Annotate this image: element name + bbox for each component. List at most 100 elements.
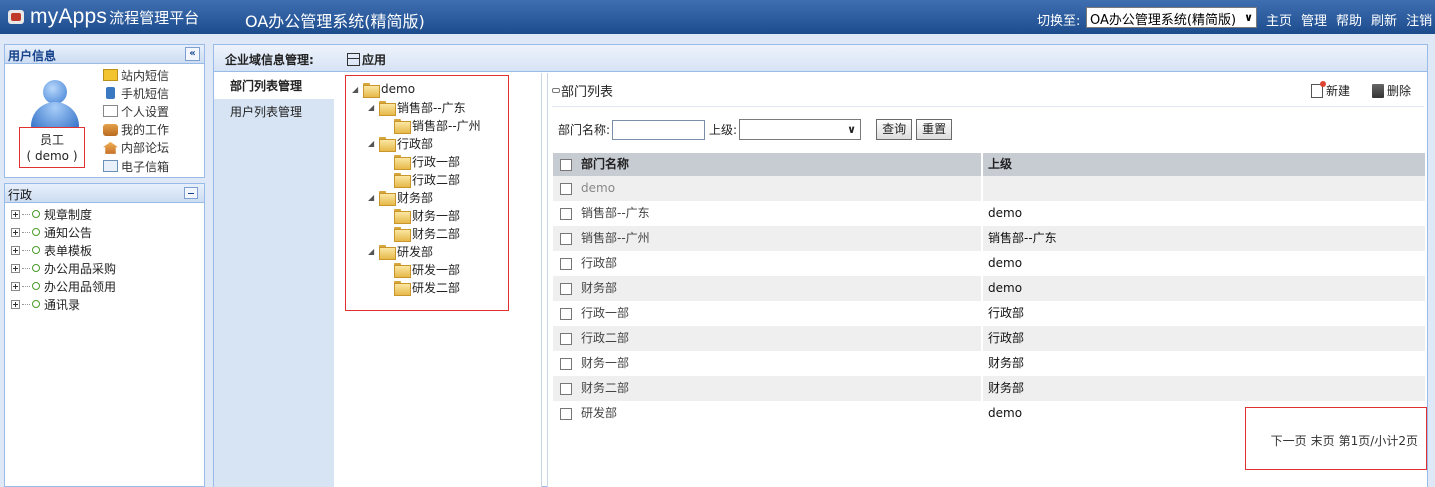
cell-name[interactable]: 行政二部 [578,326,983,351]
link-email[interactable]: 电子信箱 [103,157,169,175]
expand-plus-icon[interactable] [11,281,20,291]
nav-help-link[interactable]: 帮助 [1336,10,1362,29]
home-icon [103,141,118,154]
tree-node[interactable]: 财务一部 [394,206,460,224]
tree-node[interactable]: 行政一部 [394,152,460,170]
reset-button[interactable]: 重置 [916,119,953,140]
expanded-icon[interactable]: ◢ [368,139,376,148]
tree-node-label: 销售部--广州 [412,118,481,133]
row-checkbox[interactable] [559,282,572,295]
row-checkbox[interactable] [559,332,572,345]
expand-plus-icon[interactable] [11,263,20,273]
department-tree: ◢ demo ◢ 销售部--广东 销售部--广州 ◢ 行政部 行政一部 行政二部 ◢ 财… [345,75,509,311]
next-page-link[interactable]: 下一页 [1271,432,1307,449]
nav-item-notices[interactable]: 通知公告 [5,223,204,241]
cell-name[interactable]: 销售部--广州 [578,226,983,251]
tree-node-label: 行政二部 [412,172,461,187]
expand-plus-icon[interactable] [11,299,20,309]
cell-name[interactable]: 行政部 [578,251,983,276]
last-page-link[interactable]: 末页 [1311,432,1335,449]
tree-node[interactable]: ◢ 销售部--广东 [368,98,466,116]
delete-button[interactable]: 删除 [1372,82,1411,99]
expand-plus-icon[interactable] [11,227,20,237]
column-header-parent[interactable]: 上级 [983,153,1425,176]
tree-node-label: 研发一部 [412,262,461,277]
tree-node-root[interactable]: ◢ demo [352,80,415,98]
nav-item-supplies-requisition[interactable]: 办公用品领用 [5,277,204,295]
tree-node[interactable]: 销售部--广州 [394,116,481,134]
folder-icon [363,82,380,98]
tree-node[interactable]: 行政二部 [394,170,460,188]
expanded-icon[interactable]: ◢ [368,247,376,256]
cell-name[interactable]: 财务部 [578,276,983,301]
link-my-work[interactable]: 我的工作 [103,121,169,139]
folder-icon [379,190,396,206]
app-button[interactable]: 应用 [347,51,386,68]
table-row[interactable]: 行政部 demo [553,251,1425,276]
nav-item-form-templates[interactable]: 表单模板 [5,241,204,259]
table-row[interactable]: 销售部--广东 demo [553,201,1425,226]
menu-item-user-list[interactable]: 用户列表管理 [214,99,334,125]
collapse-minus-icon[interactable] [184,187,198,199]
system-switch-select[interactable]: OA办公管理系统(精简版) ∨ [1086,7,1257,28]
nav-item-contacts[interactable]: 通讯录 [5,295,204,313]
cell-name[interactable]: 销售部--广东 [578,201,983,226]
tree-node[interactable]: 研发一部 [394,260,460,278]
link-sms[interactable]: 手机短信 [103,84,169,102]
parent-select[interactable]: ∨ [739,119,862,140]
row-checkbox[interactable] [559,207,572,220]
main-panel: 企业域信息管理: 应用 部门列表管理 用户列表管理 ◢ demo ◢ 销售部--广东… [213,44,1428,487]
collapse-list-icon[interactable] [552,88,560,93]
nav-manage-link[interactable]: 管理 [1301,10,1327,29]
dept-name-input[interactable] [612,119,706,140]
row-checkbox[interactable] [559,257,572,270]
link-forum[interactable]: 内部论坛 [103,139,169,157]
row-checkbox[interactable] [559,182,572,195]
expanded-icon[interactable]: ◢ [368,193,376,202]
collapse-left-icon[interactable]: « [185,47,200,61]
cell-name[interactable]: demo [578,176,983,201]
table-row[interactable]: 行政一部 行政部 [553,301,1425,326]
table-row[interactable]: demo [553,176,1425,201]
row-checkbox[interactable] [559,307,572,320]
tree-node[interactable]: 研发二部 [394,278,460,296]
tree-node[interactable]: 财务二部 [394,224,460,242]
table-row[interactable]: 财务部 demo [553,276,1425,301]
expand-plus-icon[interactable] [11,245,20,255]
select-all-checkbox[interactable] [559,158,572,171]
row-checkbox[interactable] [559,382,572,395]
table-row[interactable]: 财务一部 财务部 [553,351,1425,376]
expanded-icon[interactable]: ◢ [352,85,360,94]
row-checkbox[interactable] [559,357,572,370]
tree-node[interactable]: ◢ 行政部 [368,134,433,152]
cell-name[interactable]: 研发部 [578,401,983,426]
column-header-name[interactable]: 部门名称 [578,153,983,176]
link-label: 我的工作 [121,123,170,138]
nav-home-link[interactable]: 主页 [1266,10,1292,29]
expand-plus-icon[interactable] [11,209,20,219]
nav-item-supplies-purchase[interactable]: 办公用品采购 [5,259,204,277]
link-internal-message[interactable]: 站内短信 [103,66,169,84]
row-checkbox[interactable] [559,407,572,420]
page-title: 企业域信息管理: [225,53,314,67]
folder-icon [394,118,411,134]
query-button[interactable]: 查询 [876,119,913,140]
cell-name[interactable]: 行政一部 [578,301,983,326]
table-row[interactable]: 行政二部 行政部 [553,326,1425,351]
table-row[interactable]: 财务二部 财务部 [553,376,1425,401]
tree-node[interactable]: ◢ 研发部 [368,242,433,260]
nav-refresh-link[interactable]: 刷新 [1371,10,1397,29]
row-checkbox[interactable] [559,232,572,245]
new-button[interactable]: 新建 [1311,80,1350,99]
table-row[interactable]: 销售部--广州 销售部--广东 [553,226,1425,251]
cell-parent: 销售部--广东 [988,231,1057,245]
tree-node[interactable]: ◢ 财务部 [368,188,433,206]
menu-item-department-list[interactable]: 部门列表管理 [214,73,334,99]
nav-item-label: 通知公告 [44,225,93,240]
expanded-icon[interactable]: ◢ [368,103,376,112]
nav-logout-link[interactable]: 注销 [1406,10,1432,29]
nav-item-rules[interactable]: 规章制度 [5,205,204,223]
link-personal-settings[interactable]: 个人设置 [103,102,169,120]
cell-name[interactable]: 财务一部 [578,351,983,376]
cell-name[interactable]: 财务二部 [578,376,983,401]
